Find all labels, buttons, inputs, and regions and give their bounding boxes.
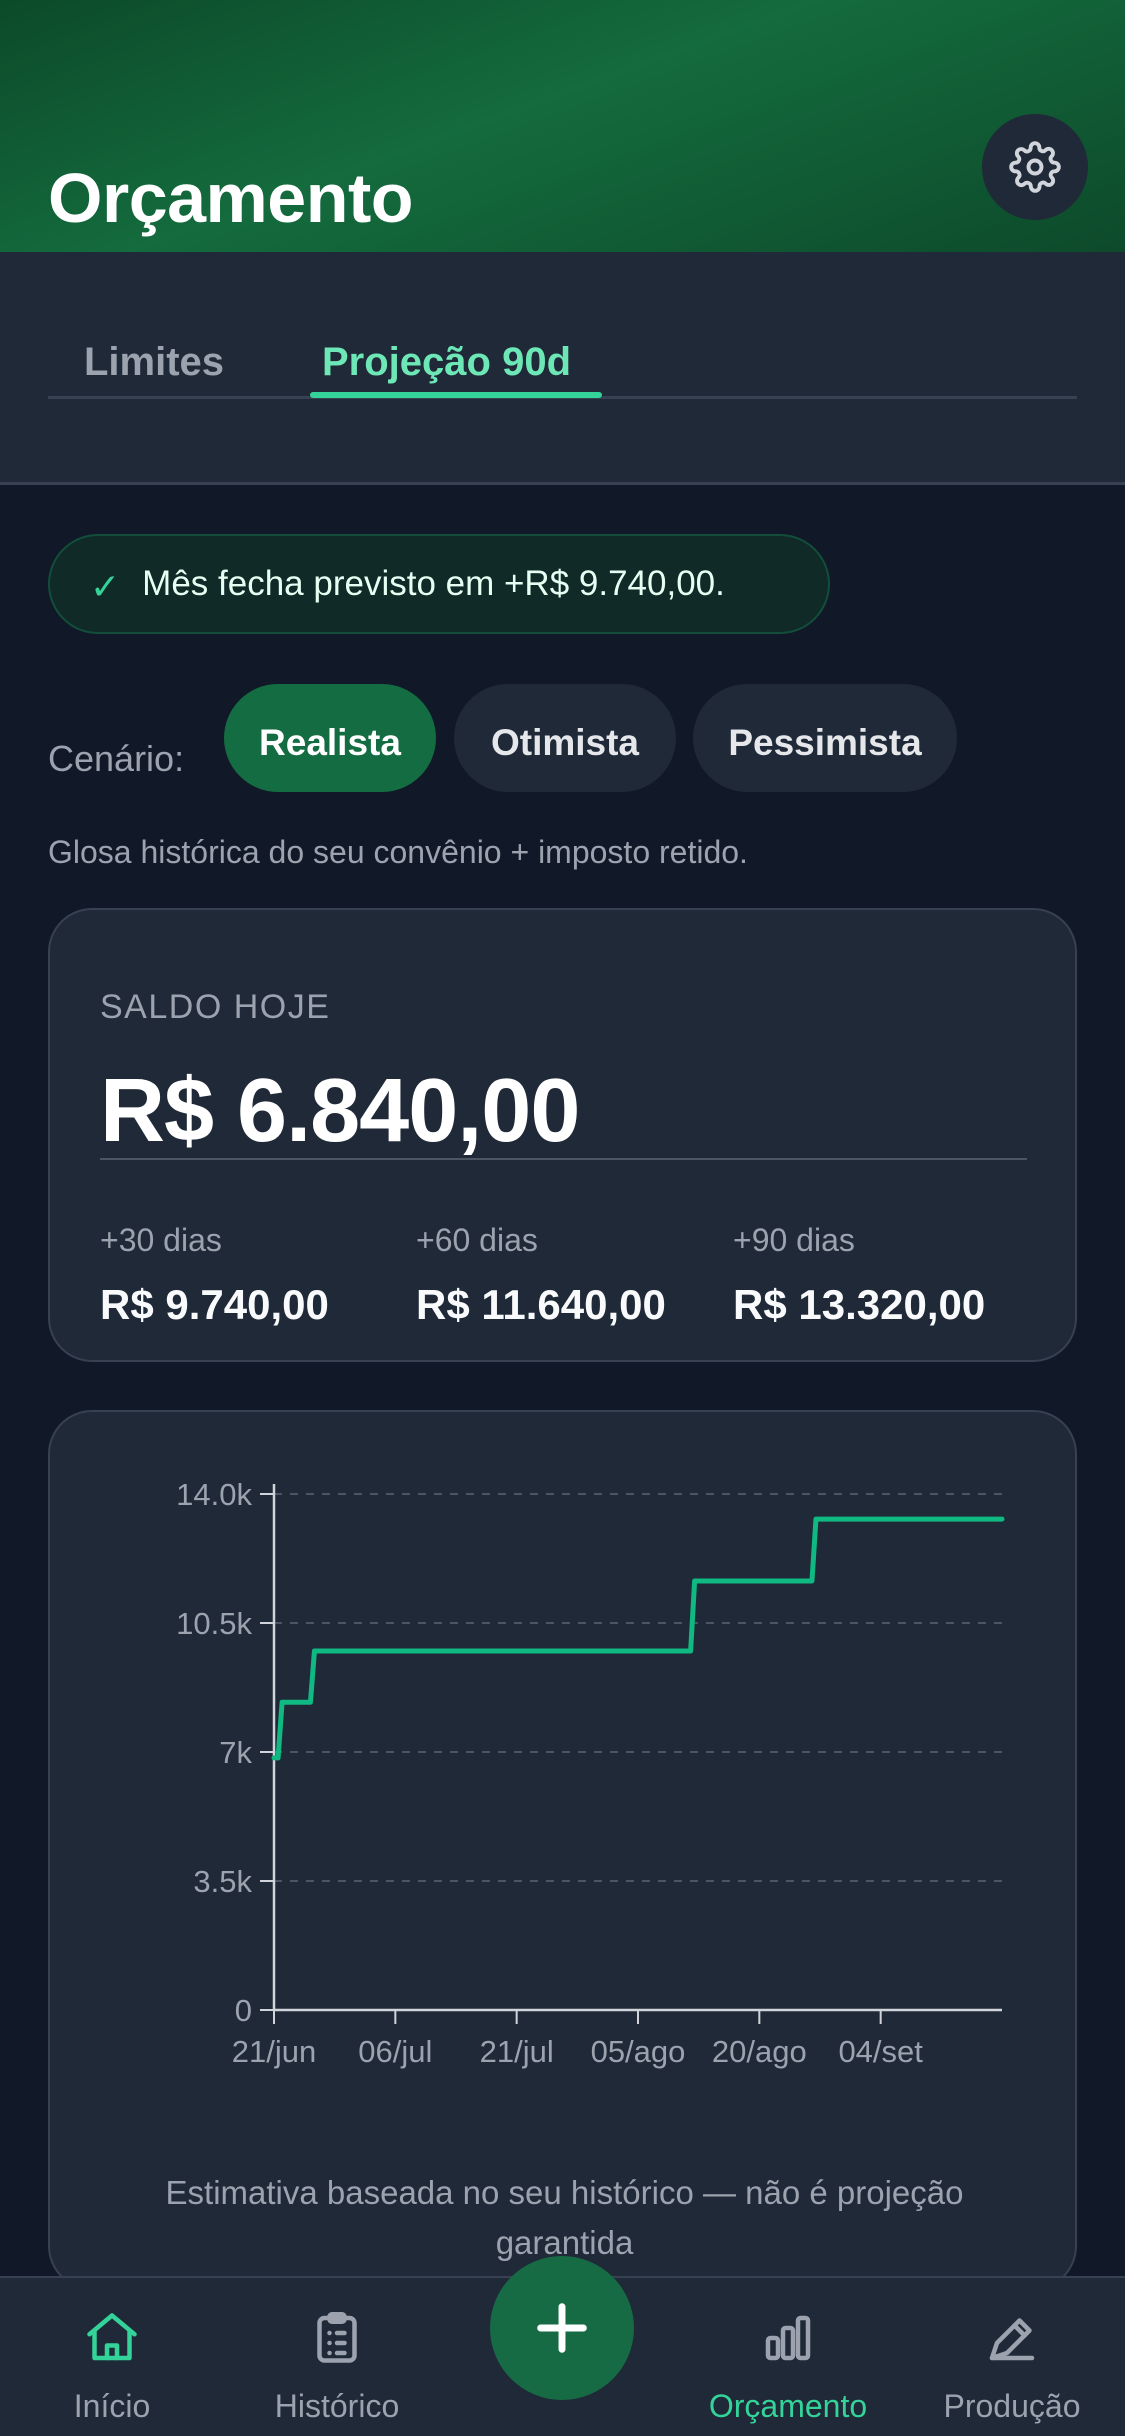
nav-producao-label: Produção (943, 2388, 1081, 2424)
scenario-realista-button[interactable]: Realista (224, 684, 436, 792)
nav-inicio[interactable]: Início (12, 2278, 212, 2436)
page-title: Orçamento (48, 159, 414, 237)
gear-icon (1009, 141, 1061, 193)
series-line (271, 1516, 1005, 1761)
projection-chart-card: 0 3.5k 7k 10.5k 14.0k 21/jun 06/jul 21/jul 05/ag… (48, 1410, 1077, 2290)
x-tick-label: 05/ago (591, 2034, 686, 2069)
forecast-banner: ✓ Mês fecha previsto em +R$ 9.740,00. (48, 534, 830, 634)
nav-producao[interactable]: Produção (912, 2278, 1112, 2436)
projection-chart: 0 3.5k 7k 10.5k 14.0k 21/jun 06/jul 21/jul 05/ag… (176, 1477, 1005, 2069)
pen-icon (989, 2318, 1035, 2361)
scenario-label: Cenário: (48, 738, 185, 779)
scenario-description: Glosa histórica do seu convênio + impost… (48, 834, 748, 870)
projection-60d-value: R$ 11.640,00 (416, 1281, 666, 1328)
scenario-otimista-button[interactable]: Otimista (454, 684, 676, 792)
nav-historico[interactable]: Histórico (237, 2278, 437, 2436)
projection-60d: +60 dias R$ 11.640,00 (416, 1222, 666, 1329)
projection-60d-label: +60 dias (416, 1222, 538, 1258)
y-tick-label: 10.5k (176, 1606, 252, 1641)
header: Orçamento (0, 0, 1125, 252)
nav-orcamento-label: Orçamento (708, 2388, 868, 2424)
x-tick-label: 21/jul (480, 2034, 554, 2069)
tab-projecao-90d[interactable]: Projeção 90d (322, 340, 571, 385)
tab-bar: Limites Projeção 90d (0, 252, 1125, 485)
settings-button[interactable] (982, 114, 1088, 220)
home-icon (87, 2313, 137, 2361)
add-button[interactable] (490, 2256, 634, 2400)
nav-historico-label: Histórico (274, 2388, 400, 2424)
y-tick-label: 14.0k (176, 1477, 252, 1512)
balance-divider (100, 1158, 1027, 1160)
nav-orcamento[interactable]: Orçamento (688, 2278, 888, 2436)
projection-30d-label: +30 dias (100, 1222, 222, 1258)
projection-90d-label: +90 dias (733, 1222, 855, 1258)
balance-value: R$ 6.840,00 (100, 1061, 580, 1161)
chart-note: Estimativa baseada no seu histórico — nã… (165, 2174, 964, 2261)
y-tick-label: 0 (235, 1993, 252, 2028)
y-tick-label: 3.5k (193, 1864, 252, 1899)
y-tick-label: 7k (219, 1735, 252, 1770)
check-icon: ✓ (90, 566, 121, 607)
balance-label: SALDO HOJE (100, 988, 331, 1026)
forecast-banner-text: Mês fecha previsto em +R$ 9.740,00. (142, 564, 725, 603)
x-tick-label: 20/ago (712, 2034, 807, 2069)
projection-30d-value: R$ 9.740,00 (100, 1281, 329, 1328)
projection-90d-value: R$ 13.320,00 (733, 1281, 986, 1328)
x-tick-label: 04/set (838, 2034, 923, 2069)
tab-limites[interactable]: Limites (84, 340, 224, 385)
scenario-pessimista-button[interactable]: Pessimista (693, 684, 957, 792)
balance-card: SALDO HOJE R$ 6.840,00 +30 dias R$ 9.740… (48, 908, 1077, 1362)
projection-30d: +30 dias R$ 9.740,00 (100, 1222, 329, 1329)
nav-inicio-label: Início (73, 2388, 151, 2424)
clipboard-icon (317, 2312, 357, 2363)
plus-icon (537, 2303, 587, 2353)
x-tick-label: 21/jun (232, 2034, 316, 2069)
x-tick-label: 06/jul (358, 2034, 432, 2069)
active-tab-indicator (310, 392, 602, 398)
projection-90d: +90 dias R$ 13.320,00 (733, 1222, 985, 1329)
bar-chart-icon (765, 2315, 811, 2361)
